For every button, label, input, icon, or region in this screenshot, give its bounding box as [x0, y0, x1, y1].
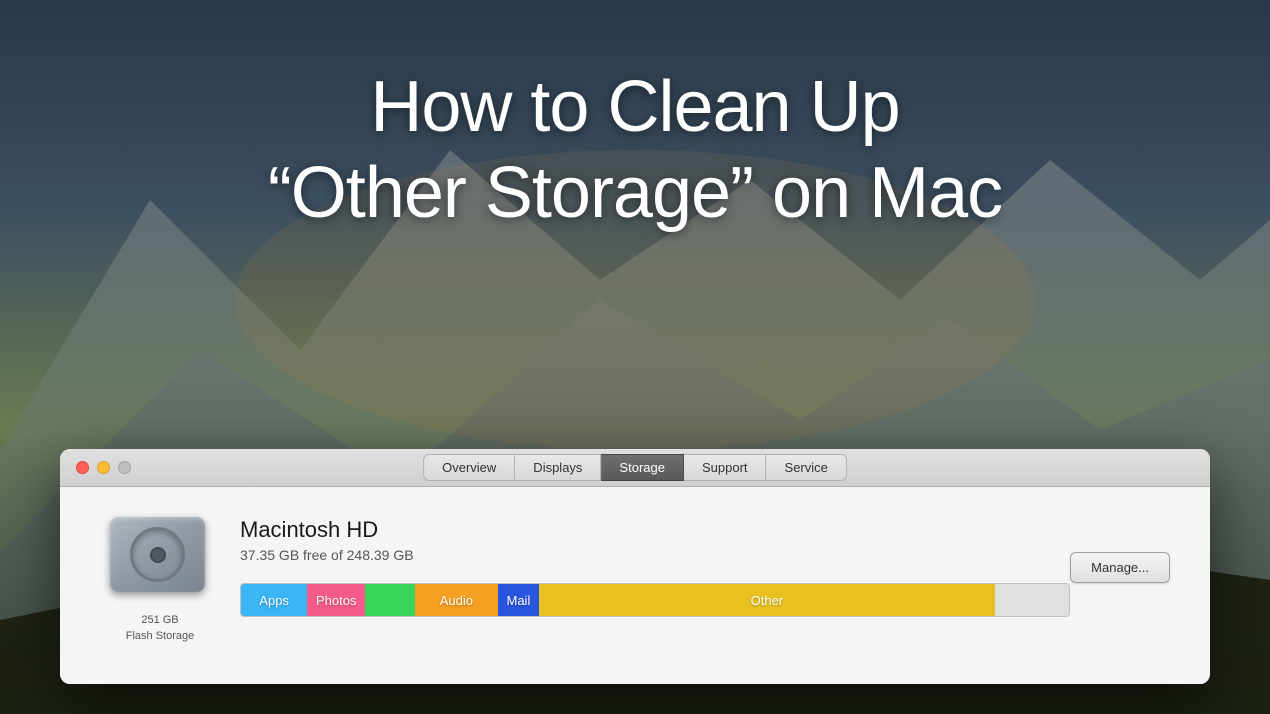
- minimize-button[interactable]: [97, 461, 110, 474]
- drive-type: Flash Storage: [126, 630, 194, 642]
- tab-overview[interactable]: Overview: [423, 454, 515, 481]
- drive-free-space: 37.35 GB free of 248.39 GB: [240, 547, 1070, 563]
- hdd-icon: [110, 517, 210, 607]
- drive-name: Macintosh HD: [240, 517, 1070, 543]
- title-line2: “Other Storage” on Mac: [268, 153, 1002, 233]
- title-bar: Overview Displays Storage Support Servic…: [60, 449, 1210, 487]
- mac-window: Overview Displays Storage Support Servic…: [60, 449, 1210, 684]
- tab-displays[interactable]: Displays: [515, 454, 601, 481]
- content-area: 251 GB Flash Storage Macintosh HD 37.35 …: [60, 487, 1210, 684]
- storage-bar: Apps Photos Audio Mail Other: [240, 583, 1070, 617]
- traffic-lights: [76, 461, 131, 474]
- segment-other: Other: [539, 584, 994, 616]
- manage-btn-container: Manage...: [1070, 552, 1170, 583]
- segment-free: [995, 584, 1070, 616]
- title-overlay: How to Clean Up “Other Storage” on Mac: [0, 0, 1270, 300]
- info-and-bar: Macintosh HD 37.35 GB free of 248.39 GB …: [240, 517, 1070, 617]
- main-title: How to Clean Up “Other Storage” on Mac: [268, 64, 1002, 237]
- manage-button[interactable]: Manage...: [1070, 552, 1170, 583]
- segment-mail: Mail: [498, 584, 539, 616]
- hdd-container: 251 GB Flash Storage: [100, 517, 220, 644]
- close-button[interactable]: [76, 461, 89, 474]
- drive-capacity: 251 GB: [141, 614, 178, 626]
- tab-bar: Overview Displays Storage Support Servic…: [423, 454, 847, 481]
- tab-support[interactable]: Support: [684, 454, 767, 481]
- zoom-button[interactable]: [118, 461, 131, 474]
- title-line1: How to Clean Up: [370, 67, 899, 147]
- segment-apps: Apps: [241, 584, 307, 616]
- segment-audio: Audio: [415, 584, 498, 616]
- hdd-label: 251 GB Flash Storage: [126, 613, 194, 644]
- hdd-platter: [130, 527, 185, 582]
- segment-photos: Photos: [307, 584, 365, 616]
- tab-storage[interactable]: Storage: [601, 454, 684, 481]
- drive-section: 251 GB Flash Storage Macintosh HD 37.35 …: [100, 517, 1170, 644]
- main-row: Macintosh HD 37.35 GB free of 248.39 GB …: [240, 517, 1170, 617]
- tab-service[interactable]: Service: [767, 454, 847, 481]
- segment-green: [365, 584, 415, 616]
- hdd-body: [110, 517, 205, 592]
